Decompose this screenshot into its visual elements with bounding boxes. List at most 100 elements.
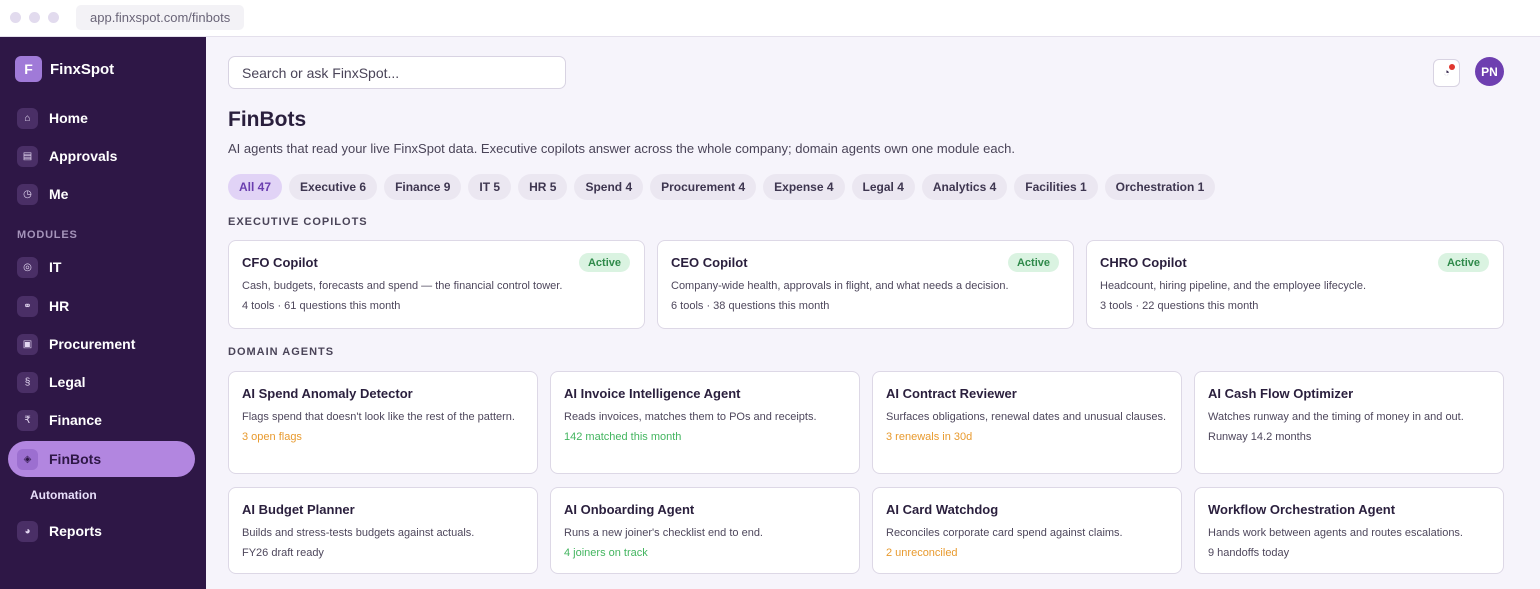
target-icon: ◎	[17, 256, 38, 278]
card-description: Reads invoices, matches them to POs and …	[564, 411, 817, 423]
brand[interactable]: F FinxSpot	[15, 56, 114, 82]
sidebar-item-me[interactable]: ◷ Me	[8, 176, 195, 212]
card-meta: 3 open flags	[242, 431, 302, 443]
agent-card-budget[interactable]: AI Budget Planner Builds and stress-test…	[228, 487, 538, 574]
sidebar-item-label: Home	[49, 110, 88, 126]
card-title: AI Contract Reviewer	[886, 386, 1017, 401]
sidebar-item-label: Procurement	[49, 336, 136, 352]
card-meta: 142 matched this month	[564, 431, 682, 443]
tab-analytics[interactable]: Analytics 4	[921, 174, 1008, 200]
sidebar-item-label: HR	[49, 298, 70, 314]
sidebar-item-hr[interactable]: ⚭ HR	[8, 288, 195, 324]
agent-card-watchdog[interactable]: AI Card Watchdog Reconciles corporate ca…	[872, 487, 1182, 574]
executive-section-title: EXECUTIVE COPILOTS	[228, 216, 368, 228]
card-description: Watches runway and the timing of money i…	[1208, 411, 1464, 423]
card-description: Builds and stress-tests budgets against …	[242, 527, 475, 539]
agent-card-spend-anomaly[interactable]: AI Spend Anomaly Detector Flags spend th…	[228, 371, 538, 474]
bot-icon: ◈	[17, 448, 38, 470]
domain-section-title: DOMAIN AGENTS	[228, 346, 335, 358]
card-meta: 4 tools · 61 questions this month	[242, 300, 401, 312]
card-description: Surfaces obligations, renewal dates and …	[886, 411, 1167, 423]
card-title: AI Invoice Intelligence Agent	[564, 386, 741, 401]
card-meta: 2 unreconciled	[886, 547, 958, 559]
card-title: AI Card Watchdog	[886, 502, 999, 517]
sidebar-item-label: FinBots	[49, 451, 102, 467]
tab-orchestration[interactable]: Orchestration 1	[1104, 174, 1216, 200]
sidebar-item-procurement[interactable]: ▣ Procurement	[8, 326, 195, 362]
sidebar-item-label: IT	[49, 259, 62, 275]
tab-spend[interactable]: Spend 4	[574, 174, 644, 200]
card-description: Company-wide health, approvals in flight…	[671, 280, 1009, 292]
status-badge: Active	[1437, 253, 1489, 272]
sidebar-item-label: Approvals	[49, 148, 118, 164]
card-meta: 3 renewals in 30d	[886, 431, 973, 443]
card-title: CEO Copilot	[671, 255, 748, 270]
sidebar-item-label: Me	[49, 186, 69, 202]
sidebar-item-label: Finance	[49, 412, 102, 428]
card-meta: 4 joiners on track	[564, 547, 648, 559]
tab-all[interactable]: All 47	[228, 174, 283, 200]
tab-executive[interactable]: Executive 6	[289, 174, 378, 200]
tab-facilities[interactable]: Facilities 1	[1014, 174, 1098, 200]
avatar[interactable]: PN	[1475, 57, 1504, 86]
card-title: AI Budget Planner	[242, 502, 355, 517]
agent-card-invoice[interactable]: AI Invoice Intelligence Agent Reads invo…	[550, 371, 860, 474]
sidebar: F FinxSpot ⌂ Home ▤ Approvals ◷ Me MODUL…	[0, 37, 206, 589]
card-meta: 3 tools · 22 questions this month	[1100, 300, 1259, 312]
card-title: CFO Copilot	[242, 255, 318, 270]
card-title: AI Spend Anomaly Detector	[242, 386, 413, 401]
notifications-button[interactable]: ◔	[1433, 59, 1460, 87]
box-icon: ▣	[17, 333, 38, 355]
sidebar-item-legal[interactable]: § Legal	[8, 364, 195, 400]
card-description: Reconciles corporate card spend against …	[886, 527, 1123, 539]
copilot-card-cfo[interactable]: CFO Copilot Active Cash, budgets, foreca…	[228, 240, 645, 329]
tab-legal[interactable]: Legal 4	[851, 174, 915, 200]
tab-procurement[interactable]: Procurement 4	[650, 174, 757, 200]
card-title: CHRO Copilot	[1100, 255, 1187, 270]
copilot-card-chro[interactable]: CHRO Copilot Active Headcount, hiring pi…	[1086, 240, 1504, 329]
sidebar-item-finbots[interactable]: ◈ FinBots	[8, 441, 195, 477]
card-title: Workflow Orchestration Agent	[1208, 502, 1396, 517]
list-icon: ▤	[17, 145, 38, 167]
tab-finance[interactable]: Finance 9	[384, 174, 462, 200]
card-description: Flags spend that doesn't look like the r…	[242, 411, 515, 423]
sidebar-item-label: Reports	[49, 523, 102, 539]
window-maximize-dot[interactable]	[48, 12, 59, 23]
card-meta: Runway 14.2 months	[1208, 431, 1312, 443]
card-meta: FY26 draft ready	[242, 547, 324, 559]
card-meta: 9 handoffs today	[1208, 547, 1290, 559]
agent-card-orchestration[interactable]: Workflow Orchestration Agent Hands work …	[1194, 487, 1504, 574]
card-meta: 6 tools · 38 questions this month	[671, 300, 830, 312]
card-title: AI Onboarding Agent	[564, 502, 695, 517]
card-description: Hands work between agents and routes esc…	[1208, 527, 1463, 539]
address-bar[interactable]: app.finxspot.com/finbots	[76, 5, 245, 30]
agent-card-contract[interactable]: AI Contract Reviewer Surfaces obligation…	[872, 371, 1182, 474]
card-description: Headcount, hiring pipeline, and the empl…	[1100, 280, 1366, 292]
people-icon: ⚭	[17, 295, 38, 317]
status-badge: Active	[1007, 253, 1059, 272]
window-minimize-dot[interactable]	[29, 12, 40, 23]
brand-name: FinxSpot	[50, 60, 115, 78]
sidebar-item-finance[interactable]: ₹ Finance	[8, 402, 195, 438]
clock-icon: ◷	[17, 183, 38, 205]
sidebar-item-reports[interactable]: ◕ Reports	[8, 513, 195, 549]
window-close-dot[interactable]	[10, 12, 21, 23]
card-description: Runs a new joiner's checklist end to end…	[564, 527, 763, 539]
home-icon: ⌂	[17, 107, 38, 129]
agent-card-onboarding[interactable]: AI Onboarding Agent Runs a new joiner's …	[550, 487, 860, 574]
brand-logo: F	[15, 56, 42, 82]
sidebar-item-home[interactable]: ⌂ Home	[8, 100, 195, 136]
agent-card-cashflow[interactable]: AI Cash Flow Optimizer Watches runway an…	[1194, 371, 1504, 474]
copilot-card-ceo[interactable]: CEO Copilot Active Company-wide health, …	[657, 240, 1074, 329]
search-input[interactable]	[228, 56, 566, 89]
tab-hr[interactable]: HR 5	[518, 174, 568, 200]
browser-chrome: app.finxspot.com/finbots	[0, 0, 1540, 37]
rupee-icon: ₹	[17, 409, 38, 431]
tab-it[interactable]: IT 5	[468, 174, 512, 200]
tab-expense[interactable]: Expense 4	[763, 174, 845, 200]
sidebar-item-it[interactable]: ◎ IT	[8, 249, 195, 285]
sidebar-subitem-automation[interactable]: Automation	[30, 488, 97, 502]
main-content: ◔ PN FinBots AI agents that read your li…	[206, 37, 1540, 589]
status-badge: Active	[578, 253, 630, 272]
sidebar-item-approvals[interactable]: ▤ Approvals	[8, 138, 195, 174]
